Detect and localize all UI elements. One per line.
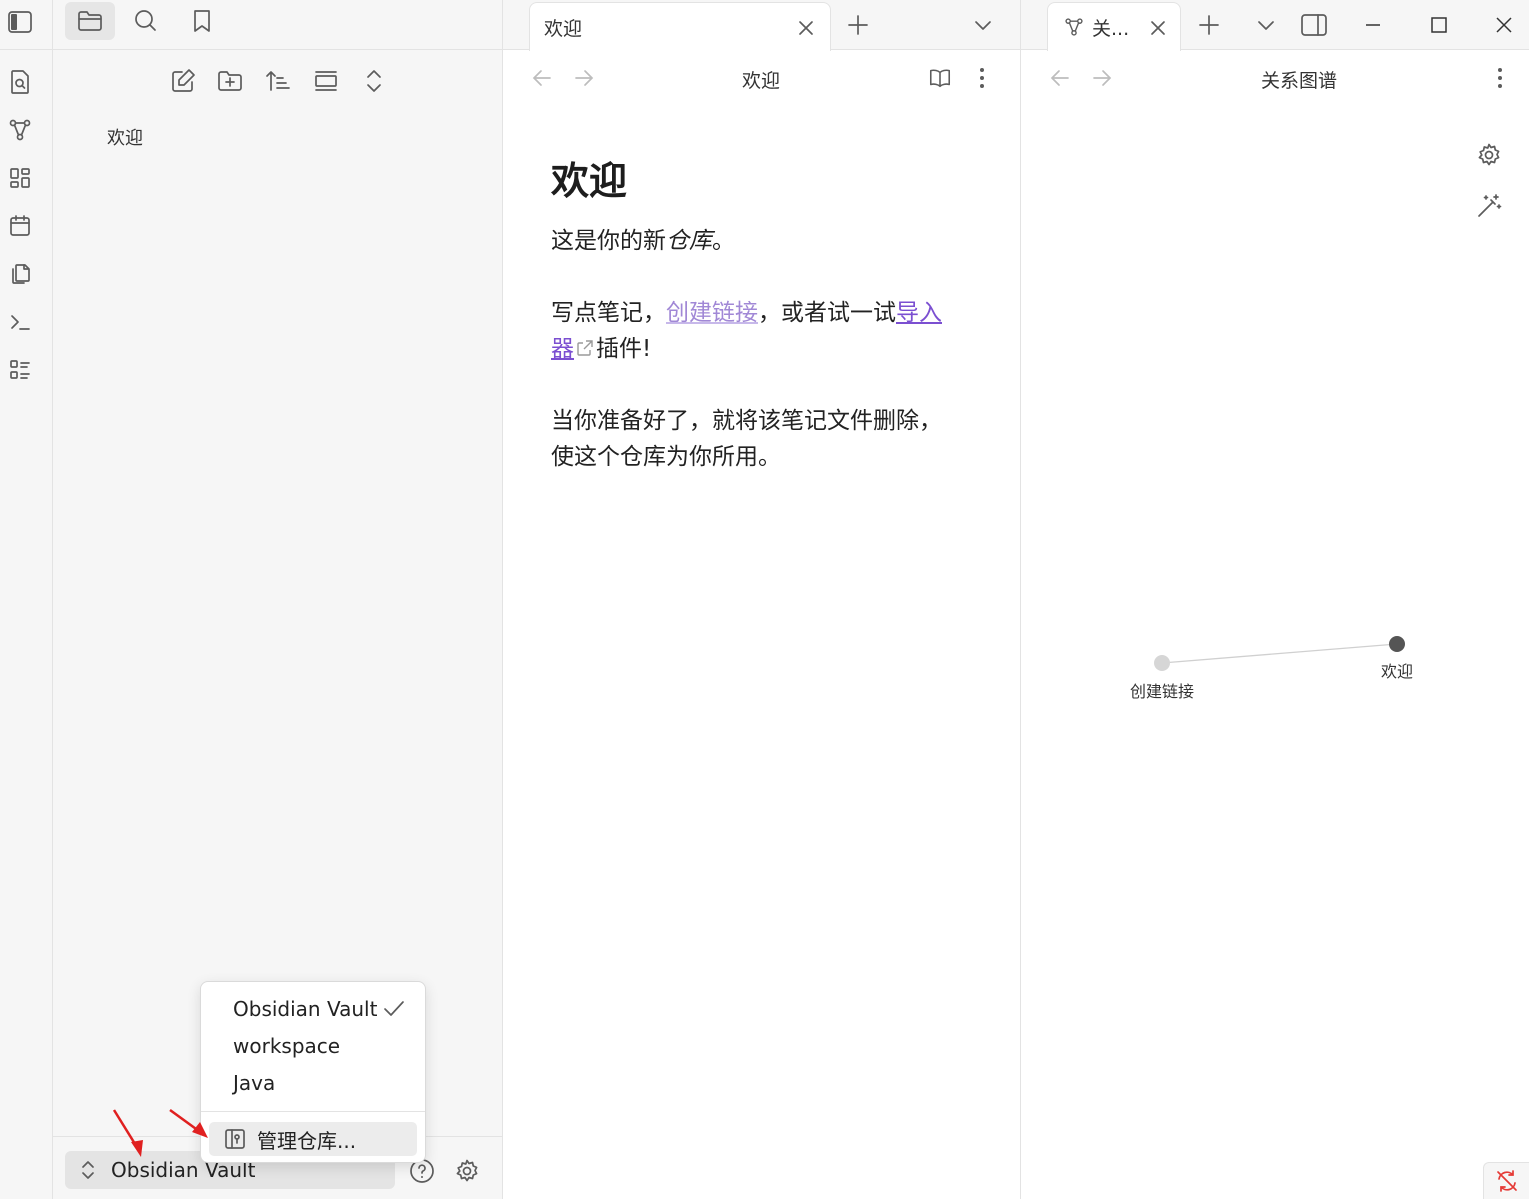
file-item-welcome[interactable]: 欢迎: [107, 124, 143, 150]
left-sidebar-tabs: [53, 0, 502, 50]
editor-pane: 欢迎 欢迎 欢迎 这是你的新仓库。 写点笔记，创建链接，或者试一试导入器 插件! …: [503, 0, 1021, 1199]
note-content: 欢迎 这是你的新仓库。 写点笔记，创建链接，或者试一试导入器 插件! 当你准备好了…: [551, 150, 951, 511]
graph-canvas[interactable]: [1021, 0, 1529, 1199]
graph-node-welcome[interactable]: [1389, 636, 1405, 652]
bookmarks-tab[interactable]: [177, 2, 227, 40]
reading-view-book-icon[interactable]: [928, 66, 952, 90]
calendar-icon[interactable]: [6, 212, 34, 240]
new-note-icon[interactable]: [166, 64, 200, 98]
menu-separator: [201, 1111, 425, 1112]
new-folder-icon[interactable]: [213, 64, 247, 98]
collapse-all-icon[interactable]: [357, 64, 391, 98]
list-icon[interactable]: [6, 356, 34, 384]
note-heading: 欢迎: [551, 159, 628, 203]
graph-node-unresolved[interactable]: [1154, 655, 1170, 671]
ribbon: [0, 0, 53, 1199]
view-title[interactable]: 欢迎: [742, 66, 780, 93]
vault-menu: Obsidian Vault workspace Java 管理仓库...: [200, 981, 426, 1163]
editor-tab-bar: 欢迎: [503, 0, 1020, 51]
tab-welcome[interactable]: 欢迎: [529, 2, 831, 51]
settings-gear-icon[interactable]: [452, 1156, 482, 1186]
note-paragraph-2: 写点笔记，创建链接，或者试一试导入器 插件!: [551, 300, 942, 362]
forward-arrow-icon[interactable]: [572, 66, 596, 90]
graph-node-label-welcome: 欢迎: [1381, 662, 1414, 681]
sync-status-icon[interactable]: [1483, 1162, 1529, 1199]
toggle-left-sidebar-icon[interactable]: [6, 8, 34, 36]
graph-pane: 关... 关系图谱 创建链接 欢迎: [1021, 0, 1529, 1199]
tab-list-chevron-icon[interactable]: [968, 10, 998, 40]
create-link-internal-link[interactable]: 创建链接: [666, 300, 758, 326]
auto-reveal-icon[interactable]: [309, 64, 343, 98]
checkmark-icon: [383, 999, 405, 1019]
file-explorer-tab[interactable]: [65, 2, 115, 40]
graph-edge: [1161, 643, 1398, 664]
search-tab[interactable]: [121, 2, 171, 40]
terminal-icon[interactable]: [6, 308, 34, 336]
manage-vaults-item[interactable]: 管理仓库...: [209, 1122, 417, 1156]
vault-menu-item-java[interactable]: Java: [209, 1066, 417, 1100]
close-tab-icon[interactable]: [794, 16, 818, 40]
canvas-icon[interactable]: [6, 164, 34, 192]
note-paragraph-3: 当你准备好了，就将该笔记文件删除，使这个仓库为你所用。: [551, 408, 942, 470]
vault-menu-item-obsidian-vault[interactable]: Obsidian Vault: [209, 992, 417, 1026]
chevron-updown-icon: [79, 1159, 97, 1181]
more-options-icon[interactable]: [970, 66, 994, 90]
graph-view-icon[interactable]: [6, 116, 34, 144]
graph-node-label-create-link: 创建链接: [1130, 682, 1195, 701]
note-paragraph-1: 这是你的新仓库。: [551, 228, 735, 254]
quick-switcher-icon[interactable]: [6, 68, 34, 96]
vault-menu-item-workspace[interactable]: workspace: [209, 1029, 417, 1063]
sort-order-icon[interactable]: [261, 64, 295, 98]
external-link-icon: [576, 339, 594, 357]
templates-icon[interactable]: [6, 260, 34, 288]
new-tab-icon[interactable]: [843, 10, 873, 40]
ribbon-top: [0, 0, 53, 50]
vault-icon: [223, 1127, 247, 1151]
back-arrow-icon[interactable]: [530, 66, 554, 90]
